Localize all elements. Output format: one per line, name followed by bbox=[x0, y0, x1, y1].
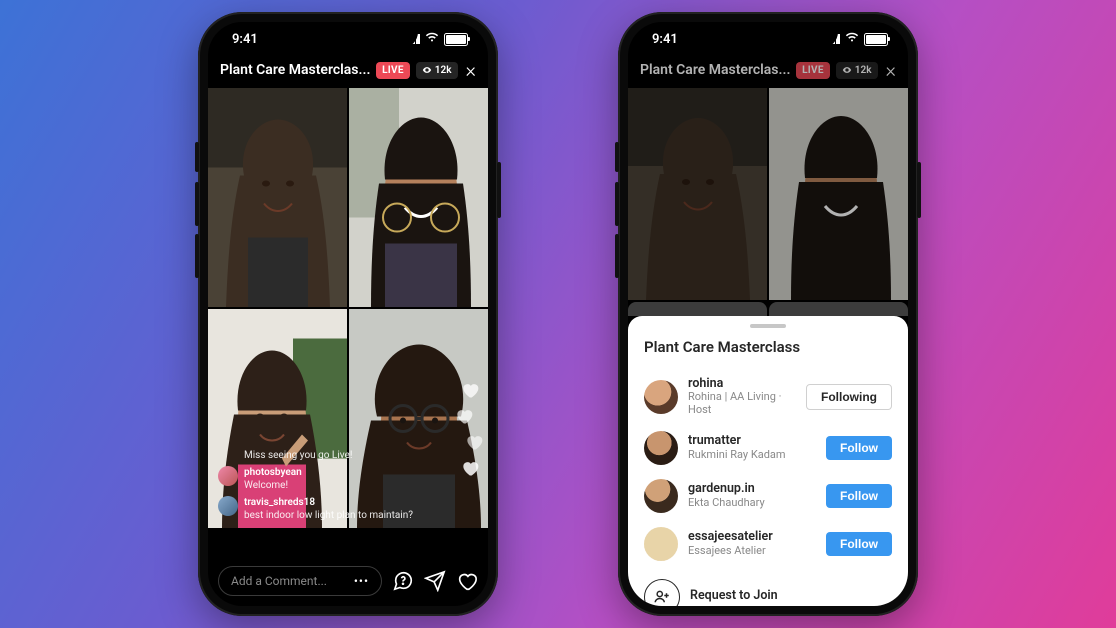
volume-down bbox=[195, 234, 199, 278]
question-icon[interactable] bbox=[392, 570, 414, 592]
comments-overlay: Miss seeing you go Live! photosbyeanWelc… bbox=[208, 441, 488, 528]
more-icon[interactable]: ••• bbox=[354, 574, 369, 588]
participant-sub: Rohina | AA Living · Host bbox=[688, 391, 796, 416]
battery-icon bbox=[444, 33, 468, 46]
participant-name: gardenup.in bbox=[688, 482, 816, 496]
status-time: 9:41 bbox=[652, 32, 678, 47]
status-time: 9:41 bbox=[232, 32, 258, 47]
live-badge: LIVE bbox=[796, 62, 830, 79]
participants-sheet[interactable]: Plant Care Masterclass rohinaRohina | AA… bbox=[628, 316, 908, 606]
heart-icon[interactable] bbox=[456, 570, 478, 592]
follow-button[interactable]: Follow bbox=[826, 484, 892, 508]
screen-right: 9:41 Plant Care Masterclas... LIVE 12k × bbox=[628, 22, 908, 606]
share-icon[interactable] bbox=[424, 570, 446, 592]
volume-down bbox=[615, 234, 619, 278]
participant-tile-4-peek bbox=[769, 302, 908, 316]
live-comment[interactable]: photosbyeanWelcome! bbox=[218, 466, 478, 492]
mute-switch bbox=[195, 142, 199, 172]
participant-row[interactable]: rohinaRohina | AA Living · Host Followin… bbox=[644, 370, 892, 424]
request-join-icon bbox=[644, 579, 680, 606]
comment-body: best indoor low light plan to maintain? bbox=[244, 509, 478, 522]
avatar bbox=[644, 479, 678, 513]
wifi-icon bbox=[845, 32, 859, 47]
participant-tile-3-peek bbox=[628, 302, 767, 316]
live-badge: LIVE bbox=[376, 62, 410, 79]
request-join-label: Request to Join bbox=[690, 589, 892, 603]
live-footer: Add a Comment... ••• bbox=[208, 558, 488, 606]
live-comment[interactable]: travis_shreds18best indoor low light pla… bbox=[218, 496, 478, 522]
participant-name: trumatter bbox=[688, 434, 816, 448]
wifi-icon bbox=[425, 32, 439, 47]
live-comment[interactable]: Miss seeing you go Live! bbox=[218, 449, 478, 462]
participant-sub: Essajees Atelier bbox=[688, 545, 816, 558]
heart-icon bbox=[460, 380, 480, 400]
participant-tile-1[interactable] bbox=[628, 88, 767, 300]
phone-frame-left: 9:41 Plant Care Masterclas... LIVE 12k × bbox=[198, 12, 498, 616]
battery-icon bbox=[864, 33, 888, 46]
avatar bbox=[644, 527, 678, 561]
power-button bbox=[917, 162, 921, 218]
eye-icon bbox=[842, 65, 852, 75]
viewer-count: 12k bbox=[855, 65, 872, 76]
volume-up bbox=[615, 182, 619, 226]
comment-body: Miss seeing you go Live! bbox=[244, 450, 352, 461]
participant-tile-1[interactable] bbox=[208, 88, 347, 307]
viewer-count-badge[interactable]: 12k bbox=[836, 62, 878, 79]
power-button bbox=[497, 162, 501, 218]
comment-username: photosbyean bbox=[244, 466, 478, 479]
comment-input[interactable]: Add a Comment... ••• bbox=[218, 566, 382, 596]
live-title: Plant Care Masterclas... bbox=[220, 62, 370, 78]
live-header: Plant Care Masterclas... LIVE 12k × bbox=[628, 56, 908, 88]
close-icon[interactable]: × bbox=[884, 60, 898, 80]
screen-left: 9:41 Plant Care Masterclas... LIVE 12k × bbox=[208, 22, 488, 606]
participant-tile-2[interactable] bbox=[349, 88, 488, 307]
comment-placeholder: Add a Comment... bbox=[231, 574, 327, 588]
follow-button[interactable]: Follow bbox=[826, 532, 892, 556]
heart-icon bbox=[454, 406, 474, 426]
request-to-join-row[interactable]: Request to Join bbox=[644, 572, 892, 606]
avatar bbox=[218, 496, 238, 516]
live-header: Plant Care Masterclas... LIVE 12k × bbox=[208, 56, 488, 88]
close-icon[interactable]: × bbox=[464, 60, 478, 80]
notch bbox=[278, 22, 418, 48]
comment-body: Welcome! bbox=[244, 479, 478, 492]
notch bbox=[698, 22, 838, 48]
live-grid: Miss seeing you go Live! photosbyeanWelc… bbox=[208, 88, 488, 528]
participant-sub: Ekta Chaudhary bbox=[688, 497, 816, 510]
participant-name: essajeesatelier bbox=[688, 530, 816, 544]
viewer-count: 12k bbox=[435, 65, 452, 76]
live-title: Plant Care Masterclas... bbox=[640, 62, 790, 78]
viewer-count-badge[interactable]: 12k bbox=[416, 62, 458, 79]
participant-sub: Rukmini Ray Kadam bbox=[688, 449, 816, 462]
promo-background: 9:41 Plant Care Masterclas... LIVE 12k × bbox=[0, 0, 1116, 628]
live-grid bbox=[628, 88, 908, 316]
comment-username: travis_shreds18 bbox=[244, 496, 478, 509]
participant-row[interactable]: gardenup.inEkta Chaudhary Follow bbox=[644, 472, 892, 520]
mute-switch bbox=[615, 142, 619, 172]
sheet-title: Plant Care Masterclass bbox=[644, 338, 892, 356]
participant-row[interactable]: trumatterRukmini Ray Kadam Follow bbox=[644, 424, 892, 472]
participant-row[interactable]: essajeesatelierEssajees Atelier Follow bbox=[644, 520, 892, 568]
avatar bbox=[218, 466, 238, 486]
following-button[interactable]: Following bbox=[806, 384, 892, 410]
participant-tile-2[interactable] bbox=[769, 88, 908, 300]
avatar bbox=[644, 380, 678, 414]
sheet-handle[interactable] bbox=[750, 324, 786, 328]
avatar bbox=[644, 431, 678, 465]
phone-frame-right: 9:41 Plant Care Masterclas... LIVE 12k × bbox=[618, 12, 918, 616]
participant-name: rohina bbox=[688, 377, 796, 391]
follow-button[interactable]: Follow bbox=[826, 436, 892, 460]
eye-icon bbox=[422, 65, 432, 75]
volume-up bbox=[195, 182, 199, 226]
